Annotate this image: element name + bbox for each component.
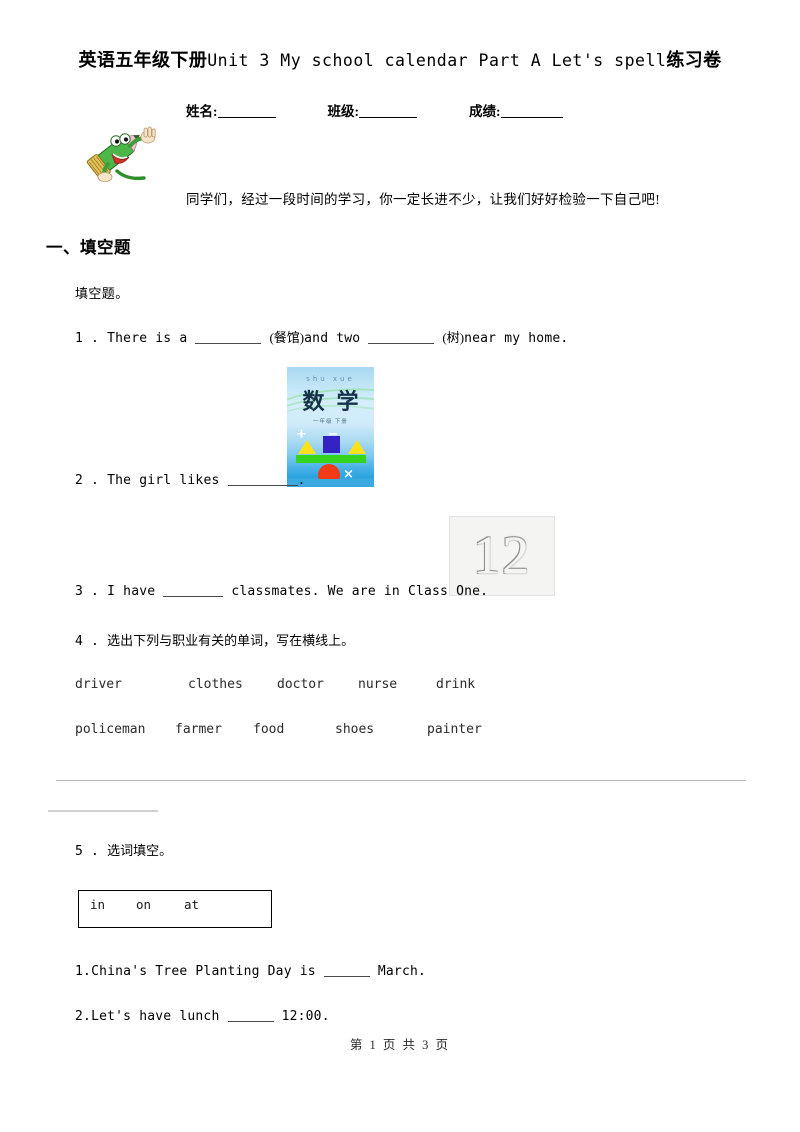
question-5-sub-2-part-b: 12:00. xyxy=(281,1009,330,1024)
question-1: 1 . There is a (餐馆)and two (树)near my ho… xyxy=(75,327,568,346)
word-bank-option[interactable]: at xyxy=(184,897,199,912)
math-book-title: 数学 xyxy=(302,389,371,414)
word-option[interactable]: doctor xyxy=(277,677,358,692)
question-1-part-c: near my home. xyxy=(464,331,569,346)
question-3-part-a: I have xyxy=(107,584,156,599)
yellow-triangle-icon xyxy=(348,440,366,454)
question-1-hint-a: (餐馆) xyxy=(269,330,305,345)
word-option[interactable]: clothes xyxy=(188,677,277,692)
math-book-pinyin: shu xue xyxy=(306,375,355,383)
question-1-part-a: There is a xyxy=(107,331,188,346)
blue-square-icon xyxy=(323,436,340,453)
question-3-part-b: classmates. We are in Class One. xyxy=(231,584,489,599)
question-1-blank-1[interactable] xyxy=(195,332,262,344)
question-5-sub-1: 1.China's Tree Planting Day is March. xyxy=(75,964,426,979)
name-blank[interactable] xyxy=(217,104,276,118)
question-3-number: 3 . xyxy=(75,584,100,599)
class-blank[interactable] xyxy=(359,104,417,118)
word-option[interactable]: driver xyxy=(75,677,188,692)
green-bar-icon xyxy=(296,455,366,463)
word-bank-options: in on at xyxy=(90,897,199,912)
question-5-sub-1-part-a: China's Tree Planting Day is xyxy=(91,964,316,979)
page-title-en: Unit 3 My school calendar Part A Let's s… xyxy=(207,51,667,70)
word-option[interactable]: policeman xyxy=(75,722,175,737)
page-title-cn-suffix: 练习卷 xyxy=(666,50,722,70)
score-blank[interactable] xyxy=(500,104,563,118)
question-4-number: 4 . xyxy=(75,634,100,649)
question-3-blank[interactable] xyxy=(163,585,224,597)
question-1-number: 1 . xyxy=(75,331,100,346)
question-1-part-b: and two xyxy=(304,331,361,346)
score-label: 成绩: xyxy=(469,104,501,119)
question-1-blank-2[interactable] xyxy=(368,332,435,344)
question-5-number: 5 . xyxy=(75,844,100,859)
word-option[interactable]: drink xyxy=(436,677,475,692)
answer-line-long[interactable] xyxy=(56,780,746,781)
word-option[interactable]: painter xyxy=(427,722,482,737)
section-heading: 一、填空题 xyxy=(46,238,131,257)
word-option[interactable]: nurse xyxy=(358,677,436,692)
class-field[interactable]: 班级: xyxy=(327,100,417,120)
word-list-row-2: policeman farmer food shoes painter xyxy=(75,722,482,737)
question-3: 3 . I have classmates. We are in Class O… xyxy=(75,584,488,599)
word-bank-box: in on at xyxy=(78,890,272,928)
math-book-subtitle: 一年级 下册 xyxy=(313,419,348,425)
question-2-number: 2 . xyxy=(75,473,100,488)
number-plate-value: 12 xyxy=(473,524,531,585)
page-title: 英语五年级下册Unit 3 My school calendar Part A … xyxy=(0,46,800,72)
question-5-sub-2-number: 2. xyxy=(75,1009,92,1024)
score-field[interactable]: 成绩: xyxy=(469,100,563,120)
question-5-sub-2: 2.Let's have lunch 12:00. xyxy=(75,1009,330,1024)
math-textbook-cover-image: shu xue 数学 一年级 下册 + − × + xyxy=(287,367,374,487)
name-field[interactable]: 姓名: xyxy=(186,100,276,120)
word-bank-option[interactable]: in xyxy=(90,897,136,912)
word-option[interactable]: food xyxy=(253,722,335,737)
page-footer: 第 1 页 共 3 页 xyxy=(349,1038,451,1052)
question-2: 2 . The girl likes . xyxy=(75,473,306,488)
section-subheading: 填空题。 xyxy=(75,286,129,301)
worksheet-page: 英语五年级下册Unit 3 My school calendar Part A … xyxy=(0,0,800,1132)
question-5-sub-2-part-a: Let's have lunch xyxy=(91,1009,220,1024)
word-bank-option[interactable]: on xyxy=(136,897,184,912)
class-label: 班级: xyxy=(327,104,360,119)
word-list-row-1: driver clothes doctor nurse drink xyxy=(75,677,475,692)
question-2-text: The girl likes xyxy=(107,473,220,488)
question-2-blank[interactable] xyxy=(227,474,298,486)
word-option[interactable]: shoes xyxy=(335,722,427,737)
name-label: 姓名: xyxy=(186,104,218,119)
question-4-text: 选出下列与职业有关的单词，写在横线上。 xyxy=(107,633,355,648)
question-5: 5 . 选词填空。 xyxy=(75,840,172,859)
answer-line-short[interactable] xyxy=(48,810,158,812)
question-5-sub-2-blank[interactable] xyxy=(227,1010,274,1022)
question-5-text: 选词填空。 xyxy=(107,843,173,858)
question-4: 4 . 选出下列与职业有关的单词，写在横线上。 xyxy=(75,630,354,649)
question-5-sub-1-number: 1. xyxy=(75,964,92,979)
question-5-sub-1-blank[interactable] xyxy=(323,965,370,977)
question-2-tail: . xyxy=(297,473,306,488)
student-info-row: 姓名: 班级: 成绩: xyxy=(186,100,563,120)
cartoon-crocodile-pencil-icon xyxy=(86,124,168,186)
question-1-hint-b: (树) xyxy=(442,330,465,345)
question-5-sub-1-part-b: March. xyxy=(377,964,427,979)
yellow-triangle-icon xyxy=(298,440,316,454)
page-title-cn-prefix: 英语五年级下册 xyxy=(78,50,208,70)
intro-text: 同学们，经过一段时间的学习，你一定长进不少，让我们好好检验一下自己吧! xyxy=(186,192,660,207)
word-option[interactable]: farmer xyxy=(175,722,253,737)
